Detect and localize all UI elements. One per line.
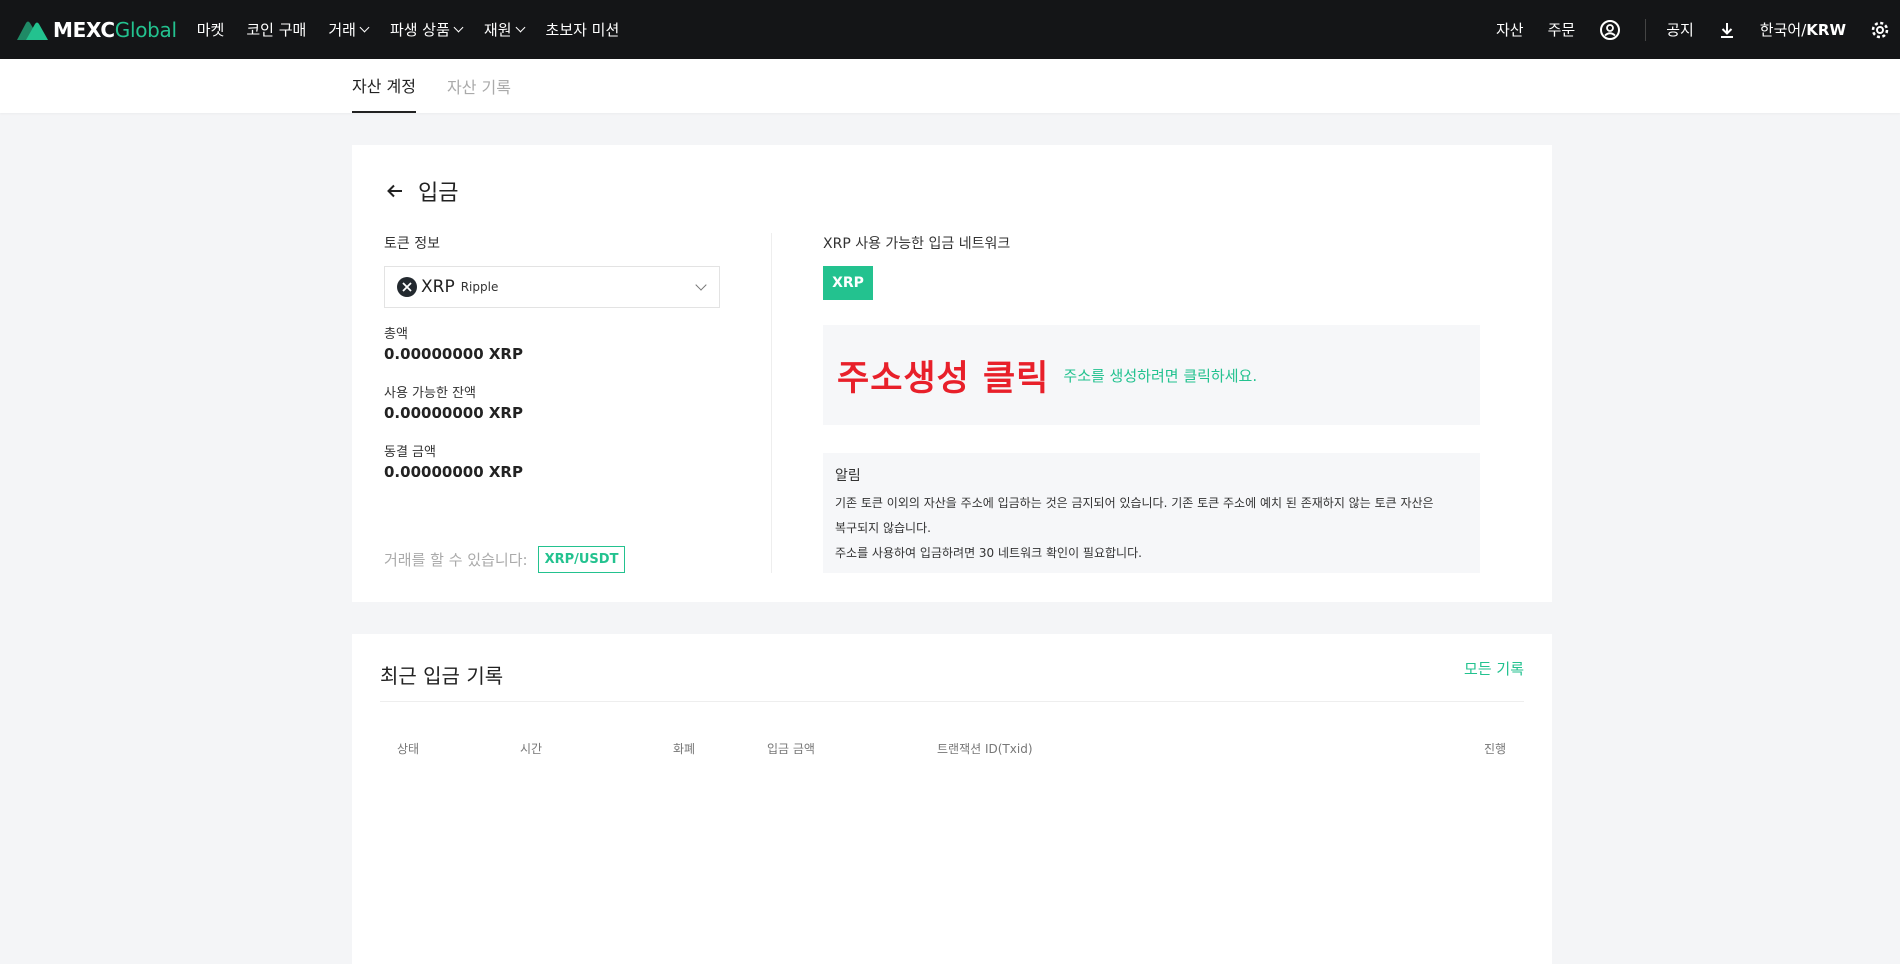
nav-separator — [1645, 18, 1647, 41]
recent-deposit-records: 최근 입금 기록 모든 기록 상태 시간 화폐 입금 금액 트랜잭션 ID(Tx… — [352, 634, 1552, 964]
tab-asset-history[interactable]: 자산 기록 — [447, 59, 511, 113]
notice-line: 복구되지 않습니다. — [835, 521, 931, 535]
brand-name: MEXCGlobal — [53, 18, 177, 42]
column-header-time: 시간 — [520, 742, 543, 756]
column-header-progress: 진행 — [1484, 742, 1507, 756]
token-select[interactable]: XRP Ripple — [384, 266, 720, 308]
nav-beginner-mission[interactable]: 초보자 미션 — [546, 19, 620, 40]
tab-asset-account[interactable]: 자산 계정 — [352, 59, 416, 113]
frozen-value: 0.00000000 XRP — [384, 463, 523, 481]
network-xrp-button[interactable]: XRP — [823, 266, 873, 300]
nav-beginner-mission-label: 초보자 미션 — [545, 21, 620, 39]
nav-right: 자산 주문 공지 한국어/KRW — [1496, 0, 1900, 59]
nav-buy-crypto[interactable]: 코인 구매 — [246, 19, 306, 40]
chevron-down-icon — [695, 279, 707, 291]
nav-assets[interactable]: 자산 — [1496, 19, 1524, 40]
total-value: 0.00000000 XRP — [384, 345, 523, 363]
nav-trade-label: 거래 — [328, 21, 356, 39]
records-divider — [380, 701, 1524, 702]
column-header-currency: 화폐 — [673, 742, 696, 756]
token-info-label: 토큰 정보 — [384, 236, 440, 252]
account-icon[interactable] — [1599, 19, 1621, 41]
nav-notice[interactable]: 공지 — [1666, 19, 1694, 40]
column-header-txid: 트랜잭션 ID(Txid) — [937, 742, 1033, 756]
notice-line: 기존 토큰 이외의 자산을 주소에 입금하는 것은 금지되어 있습니다. 기존 … — [835, 496, 1434, 510]
nav-finance[interactable]: 재원 — [483, 19, 525, 40]
nav-finance-label: 재원 — [483, 21, 512, 39]
download-icon[interactable] — [1718, 21, 1736, 39]
main-nav: 마켓 코인 구매 거래 파생 상품 재원 초보자 미션 — [197, 19, 642, 40]
trade-pair-button[interactable]: XRP/USDT — [537, 546, 626, 573]
nav-buy-crypto-label: 코인 구매 — [246, 21, 307, 39]
network-label: XRP 사용 가능한 입금 네트워크 — [823, 236, 1011, 252]
generate-address-button[interactable]: 주소생성 클릭 — [837, 350, 1049, 401]
available-label: 사용 가능한 잔액 — [384, 386, 476, 401]
brand-name-bold: MEXC — [53, 17, 115, 42]
available-value: 0.00000000 XRP — [384, 404, 523, 422]
mexc-logo[interactable]: MEXCGlobal — [15, 0, 177, 59]
page-title: 입금 — [418, 181, 459, 206]
token-name: Ripple — [460, 280, 499, 294]
trade-pairs-row: 거래를 할 수 있습니다: XRP/USDT — [384, 546, 626, 573]
records-title: 최근 입금 기록 — [380, 664, 504, 688]
back-arrow-icon[interactable] — [384, 180, 406, 202]
column-header-status: 상태 — [397, 742, 420, 756]
notice-line: 주소를 사용하여 입금하려면 30 네트워크 확인이 필요합니다. — [835, 546, 1142, 560]
gear-icon[interactable] — [1870, 20, 1890, 40]
nav-market[interactable]: 마켓 — [197, 19, 225, 40]
brand-name-light: Global — [114, 17, 177, 42]
language-label: 한국어/ — [1759, 21, 1807, 39]
nav-trade[interactable]: 거래 — [328, 19, 370, 40]
top-navbar: MEXCGlobal 마켓 코인 구매 거래 파생 상품 재원 초보자 미션 자… — [0, 0, 1900, 59]
asset-subnav: 자산 계정 자산 기록 — [0, 59, 1900, 113]
view-all-records-link[interactable]: 모든 기록 — [1464, 658, 1524, 679]
currency-label: KRW — [1806, 20, 1846, 39]
address-box: 주소생성 클릭 주소를 생성하려면 클릭하세요. — [823, 325, 1480, 425]
chevron-down-icon — [515, 22, 525, 33]
nav-derivatives[interactable]: 파생 상품 — [389, 19, 464, 40]
generate-address-hint[interactable]: 주소를 생성하려면 클릭하세요. — [1063, 365, 1257, 386]
deposit-notice: 알림 기존 토큰 이외의 자산을 주소에 입금하는 것은 금지되어 있습니다. … — [823, 453, 1480, 573]
mexc-logo-icon — [17, 21, 48, 40]
language-currency-selector[interactable]: 한국어/KRW — [1760, 19, 1846, 40]
deposit-panel: 입금 토큰 정보 XRP Ripple 총액 0.00000000 XRP 사용… — [352, 145, 1552, 602]
nav-derivatives-label: 파생 상품 — [389, 21, 450, 39]
deposit-header: 입금 — [384, 175, 458, 207]
frozen-label: 동결 금액 — [384, 445, 436, 460]
nav-orders[interactable]: 주문 — [1548, 19, 1576, 40]
chevron-down-icon — [359, 22, 370, 33]
xrp-coin-icon — [397, 277, 417, 297]
column-divider — [771, 233, 772, 573]
notice-title: 알림 — [835, 468, 861, 484]
chevron-down-icon — [453, 22, 464, 33]
total-label: 총액 — [384, 327, 408, 342]
column-header-amount: 입금 금액 — [767, 742, 815, 756]
trade-label: 거래를 할 수 있습니다: — [384, 551, 528, 569]
token-symbol: XRP — [421, 277, 455, 297]
nav-market-label: 마켓 — [196, 21, 225, 39]
